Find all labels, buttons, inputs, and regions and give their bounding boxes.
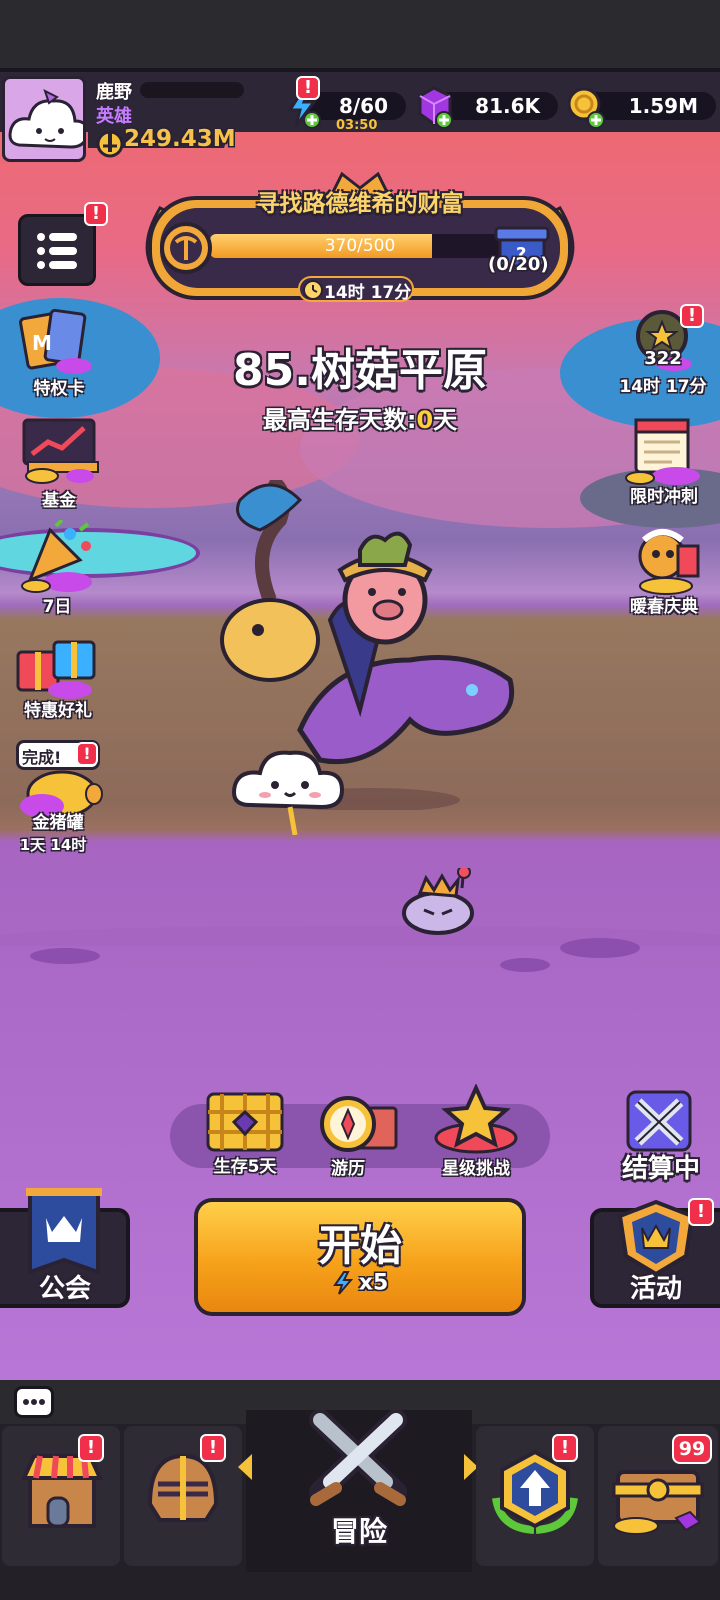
- energy-cost-icon: [332, 1271, 353, 1295]
- guild-label: 公会: [38, 1274, 91, 1304]
- crown-shield-icon: [617, 1199, 695, 1277]
- star-challenge-label: 星级挑战: [442, 1159, 510, 1179]
- special-gift-label: 特惠好礼: [24, 701, 92, 721]
- cloud-pet: [232, 750, 345, 835]
- energy-alert-badge: !: [296, 76, 320, 100]
- compass-map-icon: [320, 1096, 398, 1152]
- best-survival: 最高生存天数:0天: [0, 400, 720, 435]
- pass-timer: 14时 17分: [619, 377, 707, 397]
- upgrade-alert-badge: !: [552, 1434, 578, 1462]
- best-survival-unit: 天: [433, 406, 458, 434]
- settlement-button[interactable]: 结算中: [606, 1086, 716, 1186]
- events-alert-badge: !: [688, 1198, 714, 1226]
- privilege-card-button[interactable]: M 特权卡: [14, 308, 104, 400]
- start-cost: x5: [198, 1270, 522, 1296]
- calendar-icon: [625, 418, 700, 485]
- best-survival-label: 最高生存天数:: [262, 406, 417, 434]
- power-sword-icon: [96, 130, 124, 158]
- list-icon: [37, 233, 77, 269]
- nav-adventure[interactable]: 冒险: [238, 1410, 478, 1572]
- piggy-timer: 1天 14时: [19, 836, 87, 854]
- piggy-done-text: 完成!: [22, 748, 62, 767]
- spring-festival-label: 暖春庆典: [630, 597, 698, 617]
- nav-shop[interactable]: !: [2, 1426, 120, 1566]
- gem-icon[interactable]: [414, 84, 458, 130]
- nav-upgrade[interactable]: !: [476, 1426, 594, 1566]
- nav-left-arrow-icon[interactable]: [234, 1450, 256, 1484]
- event-reward-count: (0/20): [488, 254, 549, 275]
- player-rank: 英雄: [96, 106, 132, 127]
- event-progress-text: 370/500: [324, 236, 396, 256]
- nav-bottom-strip: [0, 1572, 720, 1600]
- shop-alert-badge: !: [78, 1434, 104, 1462]
- pass-button[interactable]: ! 322 14时 17分: [610, 304, 716, 398]
- events-label: 活动: [629, 1274, 682, 1304]
- equipment-alert-badge: !: [200, 1434, 226, 1462]
- energy-timer: 03:50: [336, 118, 378, 133]
- star-trophy-icon: [434, 1083, 518, 1154]
- limited-sprint-button[interactable]: 限时冲刺: [616, 414, 712, 510]
- pass-count: 322: [644, 348, 682, 369]
- stopwatch-icon: [303, 280, 323, 300]
- treasure-chest-icon: [612, 1470, 704, 1535]
- piggy-bank-button[interactable]: 完成! ! 金猪罐 1天 14时: [8, 736, 108, 856]
- chat-bubble-icon: [23, 1399, 45, 1405]
- special-gift-button[interactable]: 特惠好礼: [10, 628, 106, 724]
- start-label: 开始: [317, 1221, 402, 1270]
- nav-treasure[interactable]: 99: [598, 1426, 718, 1566]
- piggy-bank-label: 金猪罐: [32, 813, 84, 833]
- event-timer: 14时 17分: [324, 283, 412, 303]
- seven-day-button[interactable]: 7日: [10, 518, 104, 617]
- lion-dance-icon: [638, 529, 700, 595]
- travel-mode-button[interactable]: 游历: [312, 1092, 408, 1182]
- star-challenge-button[interactable]: 星级挑战: [426, 1083, 526, 1182]
- svg-text:M: M: [32, 331, 52, 355]
- limited-sprint-label: 限时冲刺: [630, 487, 698, 507]
- start-cost-value: x5: [358, 1270, 389, 1296]
- fund-label: 基金: [42, 491, 76, 511]
- piggy-alert-badge: !: [76, 742, 98, 766]
- menu-button[interactable]: [18, 214, 96, 286]
- slime-king-enemy: [402, 868, 474, 935]
- fund-button[interactable]: 基金: [14, 414, 104, 511]
- avatar-cloud-icon: [8, 89, 83, 149]
- event-title: 寻找路德维希的财富: [256, 191, 464, 217]
- survive-mode-label: 生存5天: [213, 1157, 277, 1177]
- pickaxe-medal-icon: [160, 222, 212, 274]
- privilege-card-label: 特权卡: [33, 379, 85, 399]
- survive-mode-button[interactable]: 生存5天: [200, 1090, 290, 1180]
- treasure-count: 99: [678, 1438, 706, 1460]
- gift-boxes-icon: [16, 640, 96, 699]
- crossed-swords-nav-icon: [309, 1410, 407, 1506]
- player-name: 鹿野: [96, 82, 132, 103]
- guild-button[interactable]: 公会: [0, 1188, 130, 1308]
- event-progress-track: 370/500: [210, 234, 510, 258]
- pass-alert-badge: !: [680, 304, 704, 328]
- best-survival-value: 0: [416, 406, 434, 434]
- avatar[interactable]: [2, 76, 86, 162]
- cards-icon: M: [19, 308, 92, 374]
- crossed-swords-icon: [626, 1090, 692, 1152]
- treasure-count-badge: 99: [672, 1434, 712, 1464]
- travel-mode-label: 游历: [331, 1159, 365, 1179]
- nav-equipment[interactable]: !: [124, 1426, 242, 1566]
- spring-festival-button[interactable]: 暖春庆典: [616, 526, 712, 622]
- power-value: 249.43M: [124, 126, 236, 152]
- nav-adventure-label: 冒险: [330, 1515, 387, 1548]
- fund-chart-icon: [22, 418, 99, 484]
- chat-button[interactable]: [14, 1386, 54, 1418]
- party-popper-icon: [21, 518, 92, 593]
- seven-day-label: 7日: [42, 597, 72, 617]
- start-button[interactable]: 开始 x5: [194, 1198, 526, 1316]
- settlement-label: 结算中: [621, 1154, 700, 1184]
- gate-icon: [206, 1092, 284, 1152]
- event-banner[interactable]: 寻找路德维希的财富 370/500 ? (0/20) 14时 17分: [130, 168, 590, 304]
- menu-alert-badge: !: [84, 202, 108, 226]
- coin-icon[interactable]: [566, 84, 610, 130]
